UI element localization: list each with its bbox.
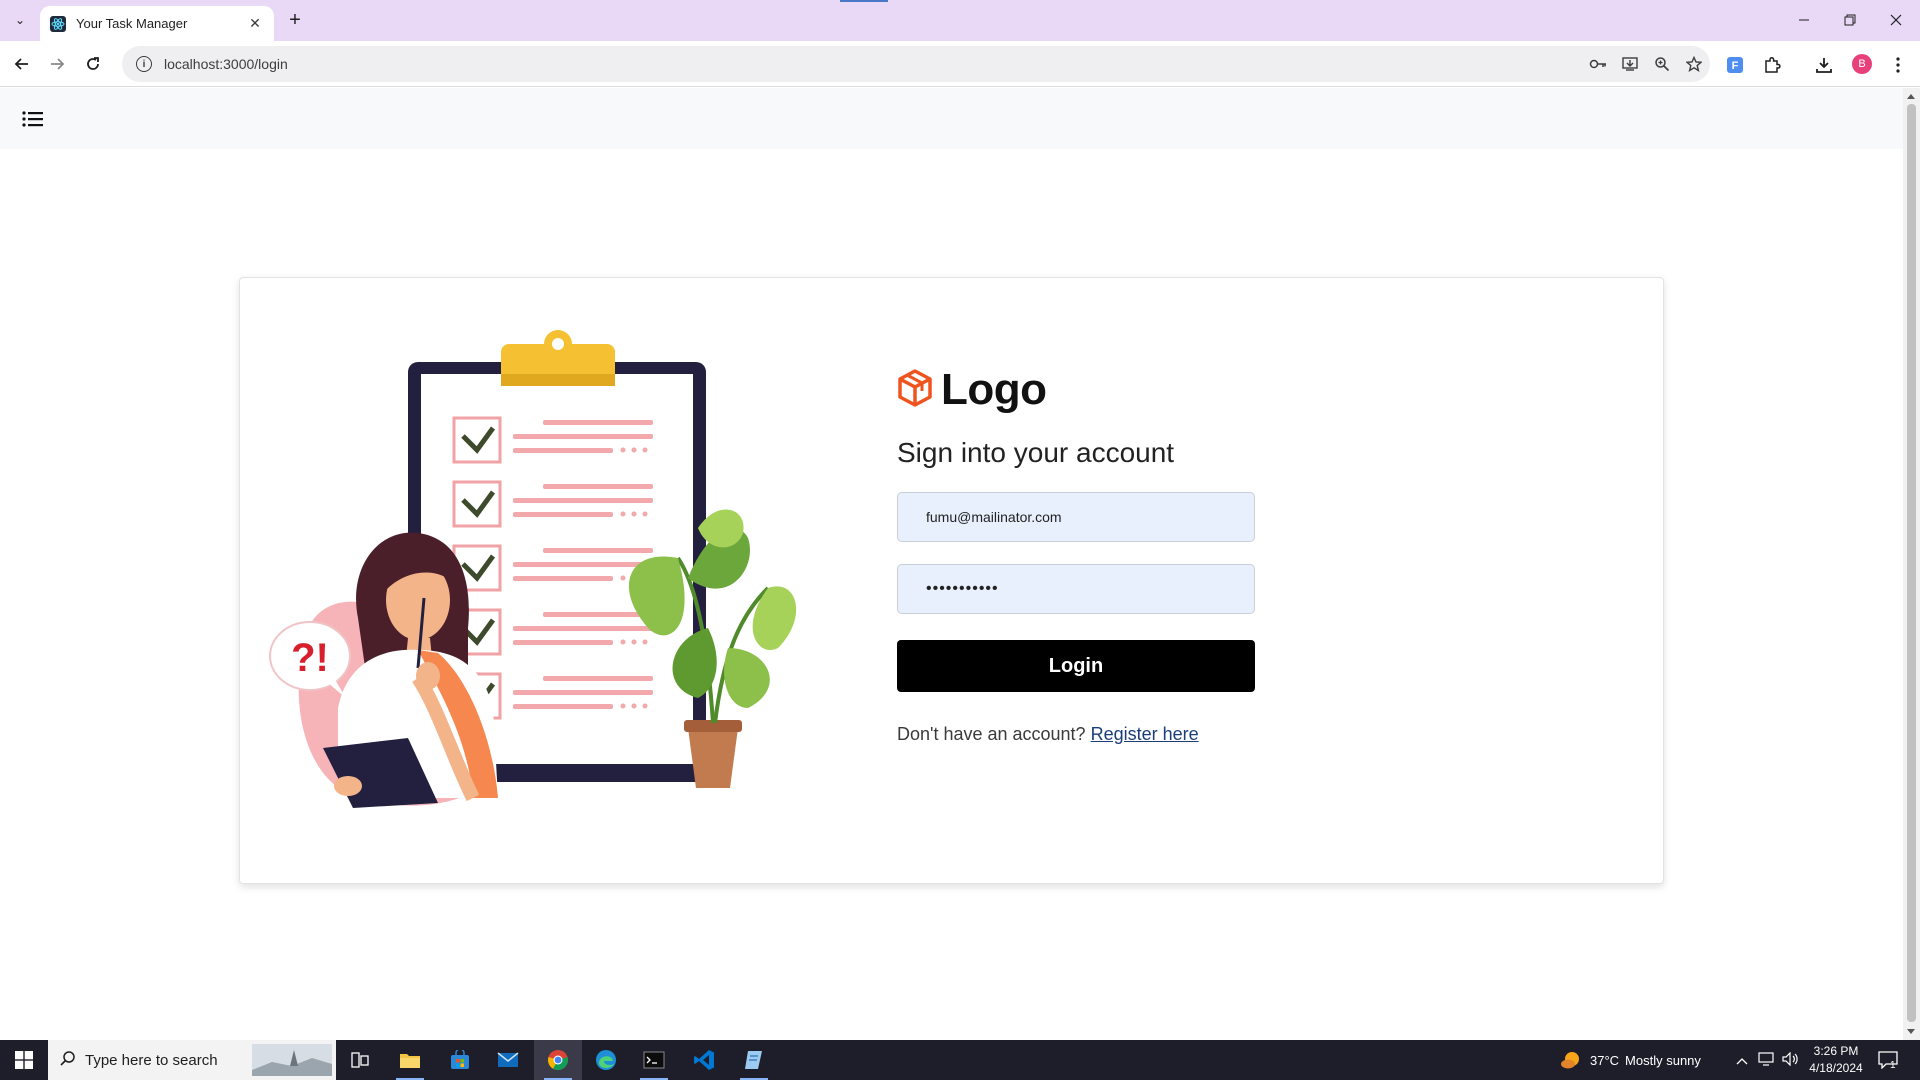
notepad-icon <box>745 1051 762 1069</box>
page-scrollbar[interactable] <box>1903 88 1920 1040</box>
url-text[interactable]: localhost:3000/login <box>164 56 1582 72</box>
email-field[interactable]: fumu@mailinator.com <box>897 492 1255 542</box>
taskbar-chrome[interactable] <box>534 1040 582 1080</box>
bookmark-star-icon[interactable] <box>1678 50 1710 78</box>
chevron-down-icon: ⌄ <box>14 13 26 27</box>
tray-icons <box>1736 1040 1800 1080</box>
browser-tab-strip: ⌄ Your Task Manager ✕ + <box>0 0 1920 41</box>
password-key-icon[interactable] <box>1582 50 1614 78</box>
browser-toolbar: i localhost:3000/login F B <box>0 41 1920 87</box>
extension-translate-icon[interactable]: F <box>1722 52 1748 78</box>
task-view-button[interactable] <box>336 1040 384 1080</box>
profile-avatar[interactable]: B <box>1852 54 1872 74</box>
chevron-up-icon[interactable] <box>1736 1053 1748 1068</box>
taskbar-search-input[interactable]: Type here to search <box>48 1040 336 1080</box>
address-bar[interactable]: i localhost:3000/login <box>122 46 1710 82</box>
taskbar-clock[interactable]: 3:26 PM 4/18/2024 <box>1796 1043 1876 1077</box>
app-header <box>0 88 1903 149</box>
scroll-down-icon[interactable] <box>1907 1029 1915 1034</box>
task-checklist-illustration: ?! <box>268 328 808 808</box>
browser-tab-active[interactable]: Your Task Manager ✕ <box>40 6 274 41</box>
notification-badge: 1 <box>1890 1059 1896 1071</box>
close-window-button[interactable] <box>1876 6 1916 34</box>
taskbar-terminal[interactable] <box>630 1040 678 1080</box>
vscode-icon <box>694 1050 714 1070</box>
scrollbar-thumb[interactable] <box>1907 104 1916 1022</box>
weather-widget[interactable]: 37°C Mostly sunny <box>1560 1040 1701 1080</box>
brand-logo: Logo <box>897 365 1257 414</box>
install-app-icon[interactable] <box>1614 50 1646 78</box>
tab-loading-indicator <box>840 0 888 2</box>
tab-title: Your Task Manager <box>76 16 188 31</box>
list-icon[interactable] <box>22 110 44 128</box>
weather-temp: 37°C <box>1590 1052 1620 1068</box>
register-prompt: Don't have an account? Register here <box>897 724 1257 745</box>
minimize-icon <box>1799 19 1809 21</box>
logo-text: Logo <box>941 365 1047 414</box>
taskbar-notepad[interactable] <box>730 1040 778 1080</box>
taskbar-store[interactable] <box>436 1040 484 1080</box>
register-prompt-text: Don't have an account? <box>897 724 1091 744</box>
more-menu-icon[interactable] <box>1885 52 1911 78</box>
extensions-puzzle-icon[interactable] <box>1759 52 1785 78</box>
register-link[interactable]: Register here <box>1091 724 1199 744</box>
page-viewport: ?! Logo Sign into your account fumu@mail… <box>0 88 1903 1040</box>
tab-search-button[interactable]: ⌄ <box>8 8 32 32</box>
store-icon <box>451 1050 469 1069</box>
folder-icon <box>400 1054 420 1068</box>
clock-date: 4/18/2024 <box>1809 1061 1863 1075</box>
search-highlight-image-icon <box>252 1044 332 1076</box>
email-field-value: fumu@mailinator.com <box>926 509 1062 525</box>
start-button[interactable] <box>0 1040 48 1080</box>
windows-taskbar: Type here to search 37°C Mostly sunny 3:… <box>0 1040 1920 1080</box>
search-placeholder: Type here to search <box>85 1051 218 1069</box>
login-button[interactable]: Login <box>897 640 1255 692</box>
search-icon <box>60 1050 75 1070</box>
windows-logo-icon <box>15 1051 33 1069</box>
taskbar-vscode[interactable] <box>680 1040 728 1080</box>
react-favicon-icon <box>50 15 66 32</box>
arrow-left-icon <box>14 58 28 70</box>
restore-button[interactable] <box>1830 6 1870 34</box>
notification-center-button[interactable]: 1 <box>1878 1040 1898 1080</box>
scroll-up-icon[interactable] <box>1907 94 1915 99</box>
mail-icon <box>497 1052 519 1067</box>
close-icon <box>1890 14 1902 26</box>
taskbar-file-explorer[interactable] <box>386 1040 434 1080</box>
password-field-value: ••••••••••• <box>926 580 999 597</box>
site-info-icon[interactable]: i <box>136 56 152 72</box>
zoom-icon[interactable] <box>1646 50 1678 78</box>
reload-button[interactable] <box>80 51 106 77</box>
forward-button[interactable] <box>44 51 70 77</box>
weather-text: Mostly sunny <box>1625 1052 1701 1068</box>
taskbar-mail[interactable] <box>484 1040 532 1080</box>
downloads-icon[interactable] <box>1811 52 1837 78</box>
tab-close-icon[interactable]: ✕ <box>246 15 264 32</box>
back-button[interactable] <box>9 51 35 77</box>
restore-icon <box>1844 14 1856 26</box>
task-view-icon <box>351 1052 369 1068</box>
login-form: Logo Sign into your account fumu@mailina… <box>897 365 1257 745</box>
clock-time: 3:26 PM <box>1813 1044 1859 1058</box>
password-field[interactable]: ••••••••••• <box>897 564 1255 614</box>
minimize-button[interactable] <box>1784 6 1824 34</box>
svg-text:F: F <box>1732 60 1739 72</box>
new-tab-button[interactable]: + <box>282 8 308 34</box>
chrome-icon <box>548 1050 568 1071</box>
network-icon[interactable] <box>1758 1051 1774 1069</box>
cube-logo-icon <box>897 368 933 412</box>
reload-icon <box>87 57 99 70</box>
login-card: ?! Logo Sign into your account fumu@mail… <box>239 277 1664 884</box>
terminal-icon <box>643 1051 665 1069</box>
partly-sunny-icon <box>1561 1052 1579 1069</box>
arrow-right-icon <box>51 58 65 70</box>
edge-icon <box>596 1050 616 1070</box>
svg-text:?!: ?! <box>291 636 329 680</box>
taskbar-edge[interactable] <box>582 1040 630 1080</box>
page-title: Sign into your account <box>897 437 1175 468</box>
